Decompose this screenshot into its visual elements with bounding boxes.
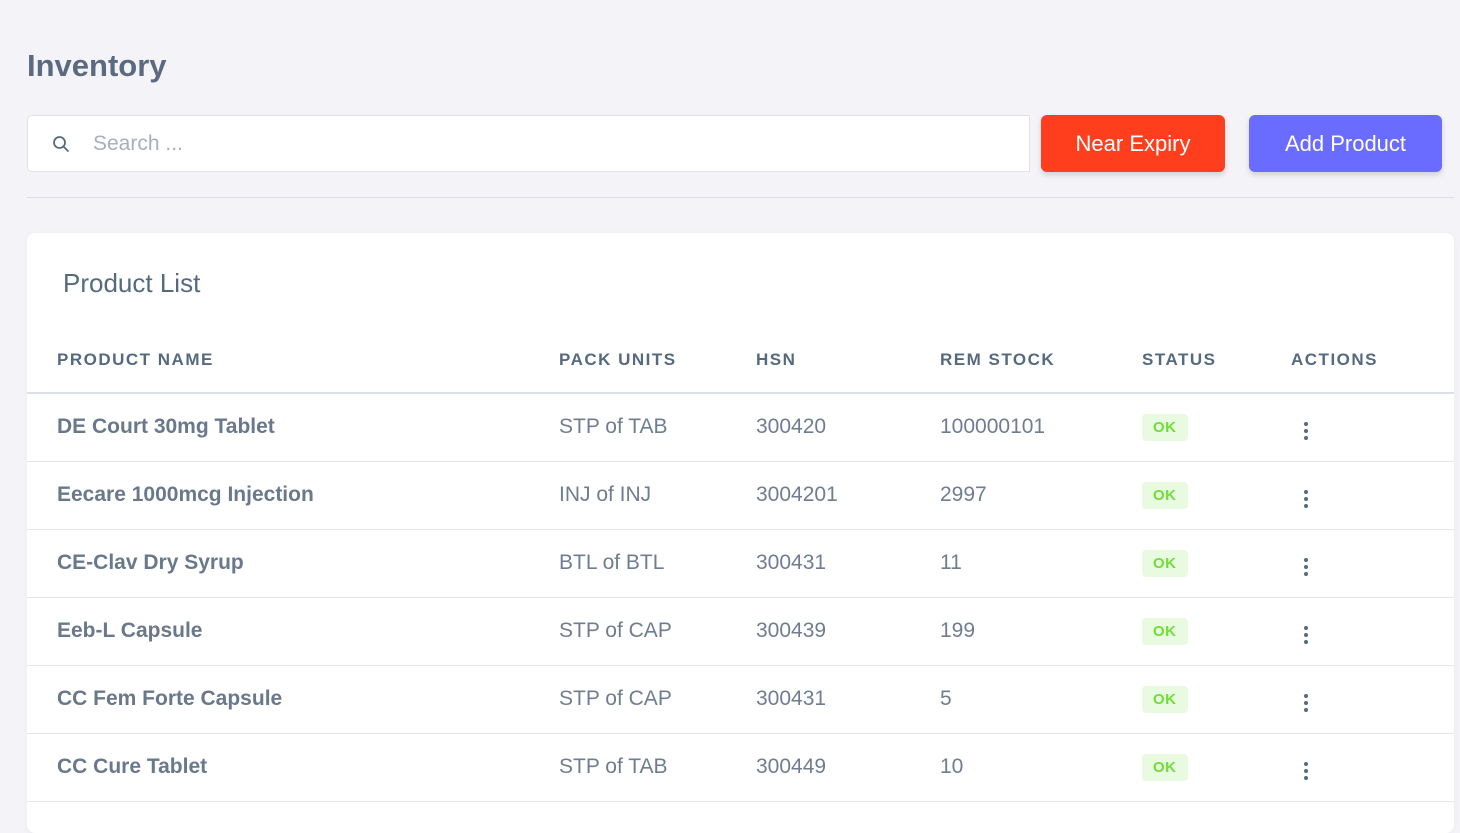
product-table: PRODUCT NAME PACK UNITS HSN REM STOCK ST… [27, 327, 1454, 802]
hsn: 300431 [756, 665, 940, 734]
table-row[interactable]: CE-Clav Dry Syrup BTL of BTL 300431 11 O… [27, 529, 1454, 598]
rem-stock: 100000101 [940, 393, 1142, 462]
pack-units: STP of CAP [559, 665, 756, 734]
table-row[interactable]: CC Fem Forte Capsule STP of CAP 300431 5… [27, 665, 1454, 734]
rem-stock: 10 [940, 733, 1142, 802]
status-badge: OK [1142, 549, 1188, 577]
status-badge: OK [1142, 617, 1188, 645]
rem-stock: 11 [940, 529, 1142, 598]
near-expiry-button[interactable]: Near Expiry [1041, 115, 1225, 172]
table-row[interactable]: CC Cure Tablet STP of TAB 300449 10 OK [27, 733, 1454, 802]
pack-units: INJ of INJ [559, 461, 756, 530]
page-title: Inventory [27, 48, 167, 83]
search-icon [51, 134, 71, 154]
search-bar[interactable] [27, 115, 1030, 172]
status-badge: OK [1142, 753, 1188, 781]
pack-units: STP of TAB [559, 733, 756, 802]
table-row[interactable]: Eecare 1000mcg Injection INJ of INJ 3004… [27, 461, 1454, 530]
rem-stock: 5 [940, 665, 1142, 734]
rem-stock: 2997 [940, 461, 1142, 530]
column-header-product-name: PRODUCT NAME [27, 327, 559, 394]
card-title: Product List [63, 268, 201, 298]
column-header-hsn: HSN [756, 327, 940, 394]
column-header-actions: ACTIONS [1291, 327, 1454, 394]
pack-units: STP of TAB [559, 393, 756, 462]
search-input[interactable] [91, 130, 975, 157]
product-name: CE-Clav Dry Syrup [27, 529, 559, 598]
hsn: 300439 [756, 597, 940, 666]
status-badge: OK [1142, 481, 1188, 509]
status-badge: OK [1142, 413, 1188, 441]
more-actions-icon[interactable] [1291, 620, 1321, 650]
status-badge: OK [1142, 685, 1188, 713]
rem-stock: 199 [940, 597, 1142, 666]
hsn: 300449 [756, 733, 940, 802]
product-name: Eeb-L Capsule [27, 597, 559, 666]
more-actions-icon[interactable] [1291, 416, 1321, 446]
more-actions-icon[interactable] [1291, 688, 1321, 718]
hsn: 3004201 [756, 461, 940, 530]
product-name: CC Fem Forte Capsule [27, 665, 559, 734]
product-name: Eecare 1000mcg Injection [27, 461, 559, 530]
product-name: DE Court 30mg Tablet [27, 393, 559, 462]
hsn: 300431 [756, 529, 940, 598]
pack-units: STP of CAP [559, 597, 756, 666]
table-row[interactable]: DE Court 30mg Tablet STP of TAB 300420 1… [27, 393, 1454, 462]
pack-units: BTL of BTL [559, 529, 756, 598]
column-header-pack-units: PACK UNITS [559, 327, 756, 394]
divider [27, 197, 1454, 198]
product-list-card: Product List PRODUCT NAME PACK UNITS HSN… [27, 233, 1454, 833]
product-name: CC Cure Tablet [27, 733, 559, 802]
more-actions-icon[interactable] [1291, 756, 1321, 786]
more-actions-icon[interactable] [1291, 484, 1321, 514]
column-header-rem-stock: REM STOCK [940, 327, 1142, 394]
table-row[interactable]: Eeb-L Capsule STP of CAP 300439 199 OK [27, 597, 1454, 666]
column-header-status: STATUS [1142, 327, 1291, 394]
hsn: 300420 [756, 393, 940, 462]
add-product-button[interactable]: Add Product [1249, 115, 1442, 172]
more-actions-icon[interactable] [1291, 552, 1321, 582]
table-header-row: PRODUCT NAME PACK UNITS HSN REM STOCK ST… [27, 327, 1454, 394]
